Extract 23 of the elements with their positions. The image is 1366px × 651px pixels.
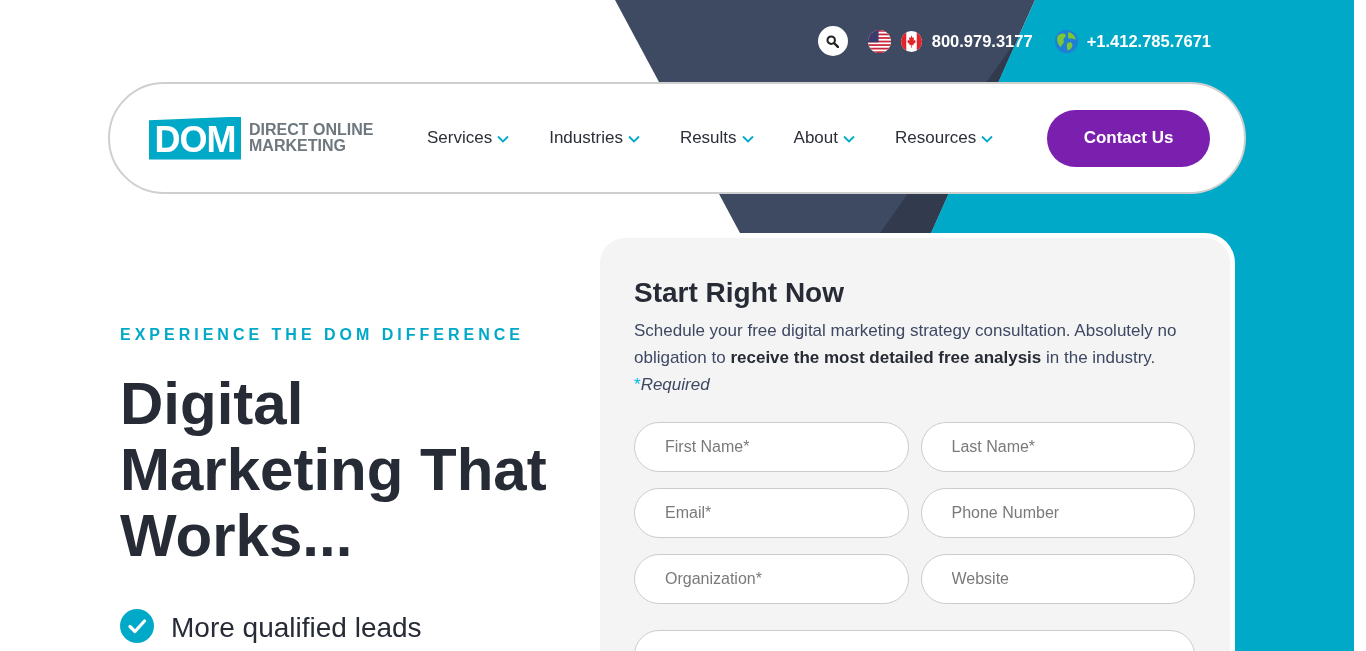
input-field[interactable]: Email* bbox=[634, 488, 909, 538]
input-field[interactable]: First Name* bbox=[634, 422, 909, 472]
benefit-text: More qualified leads bbox=[171, 612, 422, 644]
hero-title: Digital Marketing That Works... bbox=[120, 371, 548, 569]
input-field[interactable]: Organization* bbox=[634, 554, 909, 604]
intro-text: Schedule your free digital marketing strategy consultation. Absolutely no obligation to receive the most detailed free analysis in the industry. bbox=[634, 321, 1177, 367]
nav-link[interactable]: About bbox=[793, 125, 855, 151]
phone-link[interactable]: 800.979.3177 bbox=[931, 31, 1033, 51]
input-field[interactable]: Phone Number bbox=[920, 488, 1195, 538]
contact-button[interactable]: Contact Us bbox=[1047, 109, 1210, 167]
nav-link[interactable]: Services bbox=[427, 125, 510, 151]
nav-link[interactable]: Resources bbox=[895, 125, 994, 151]
globe-icon bbox=[1054, 29, 1078, 53]
logo-text: DIRECT ONLINE MARKETING bbox=[249, 122, 375, 154]
check-circle-icon bbox=[120, 609, 154, 643]
nav-link[interactable]: Industries bbox=[549, 125, 640, 151]
input-field[interactable]: Website bbox=[920, 554, 1195, 604]
form-title: Start Right Now bbox=[634, 276, 845, 310]
search-icon bbox=[826, 34, 840, 48]
nav-link[interactable]: Results bbox=[679, 125, 754, 151]
input-field[interactable]: Last Name* bbox=[920, 422, 1195, 472]
required-note: *Required bbox=[634, 375, 710, 394]
eyebrow-text: EXPERIENCE THE DOM DIFFERENCE bbox=[120, 325, 526, 345]
